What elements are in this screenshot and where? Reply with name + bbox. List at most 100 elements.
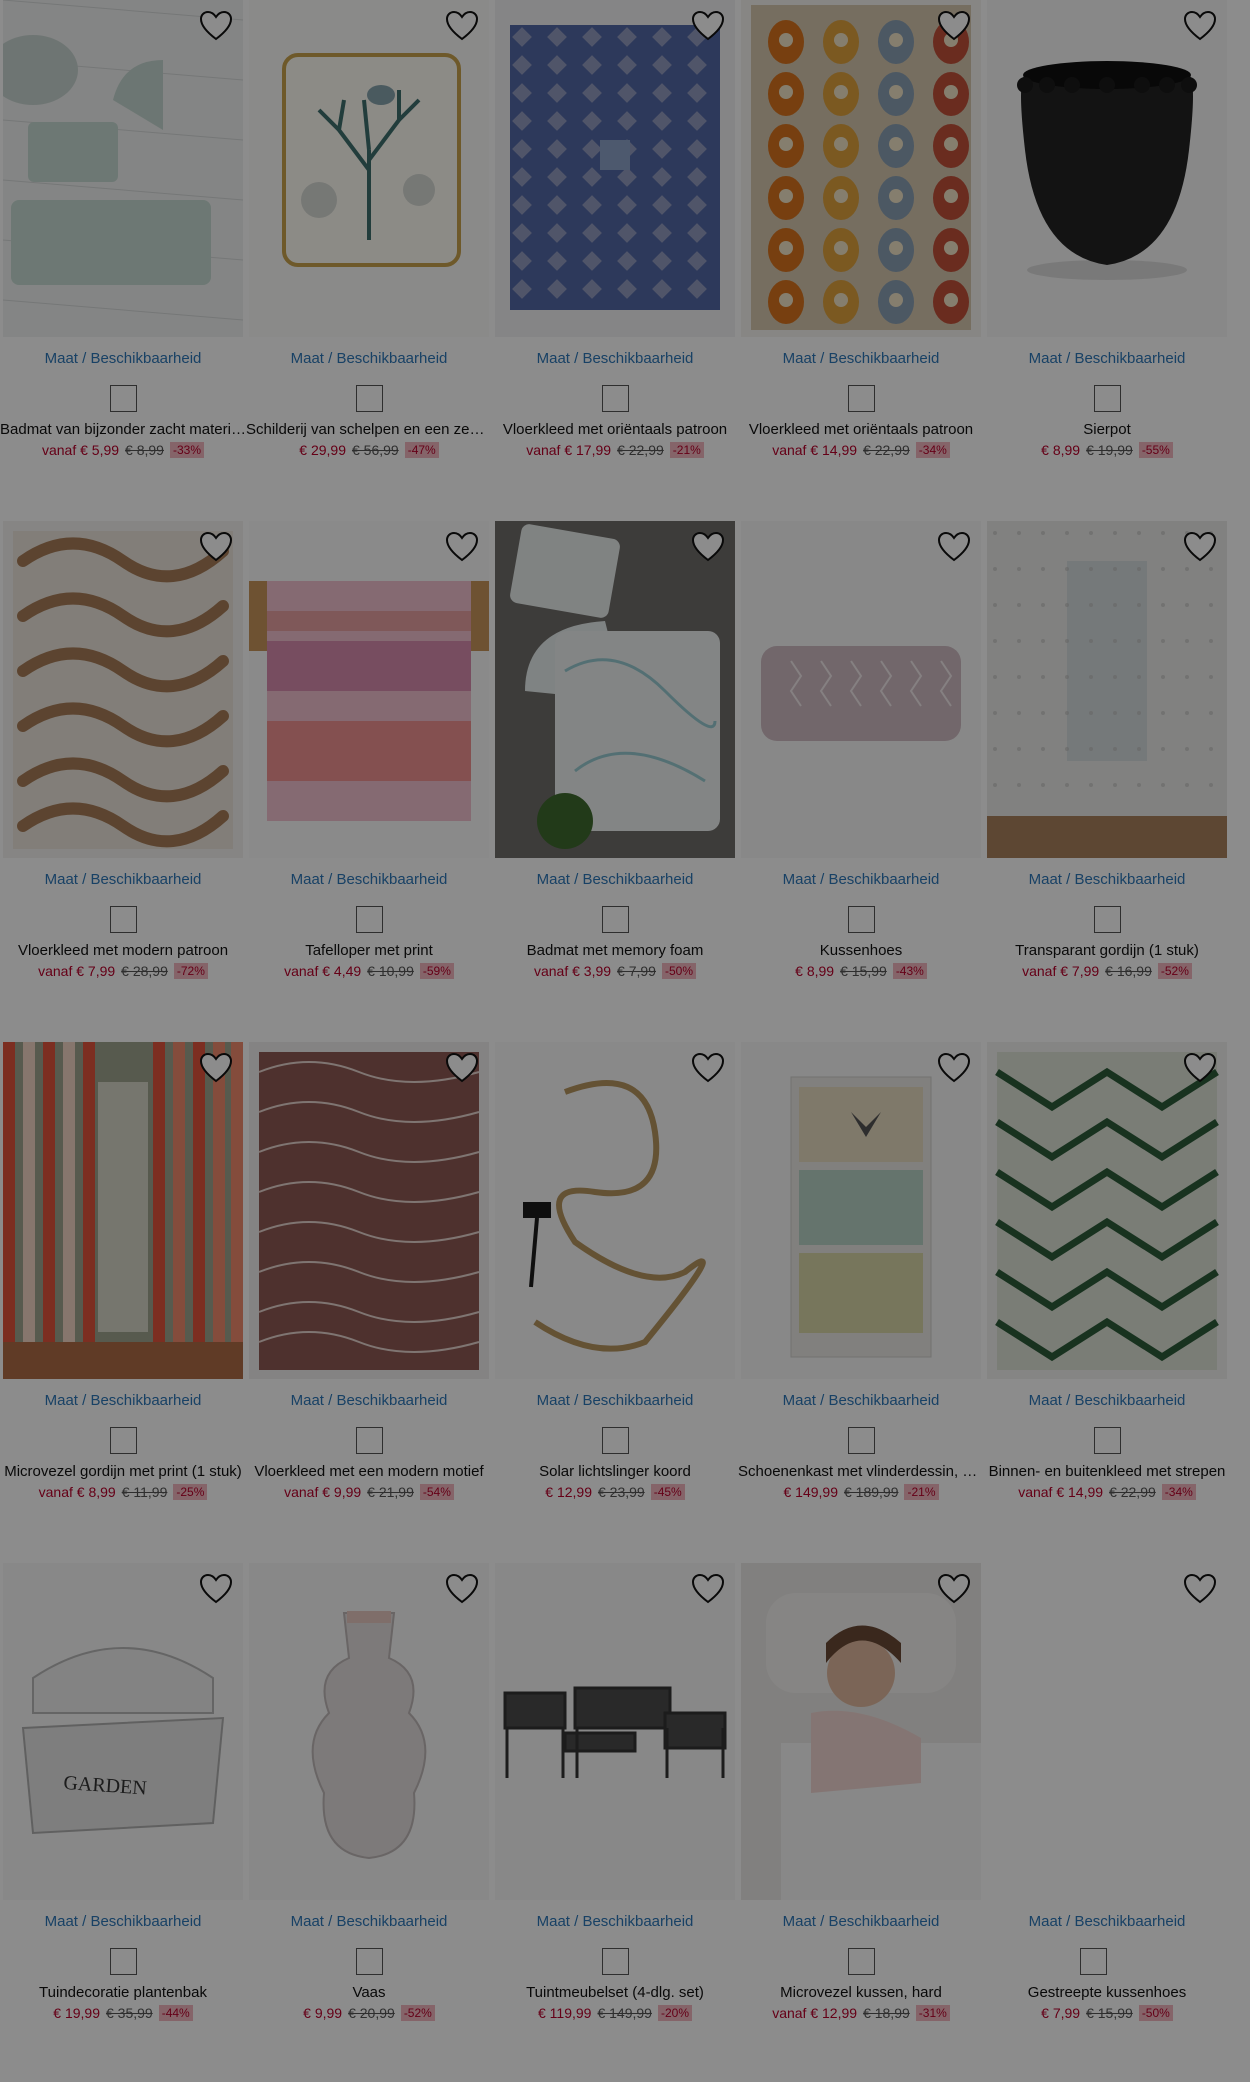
heart-icon[interactable] <box>1183 1052 1217 1084</box>
product-title[interactable]: Vloerkleed met een modern motief <box>246 1463 492 1480</box>
heart-icon[interactable] <box>1183 531 1217 563</box>
size-availability-link[interactable]: Maat / Beschikbaarheid <box>537 1913 694 1930</box>
color-swatch[interactable] <box>847 905 875 933</box>
product-title[interactable]: Tuindecoratie plantenbak <box>0 1984 246 2001</box>
product-title[interactable]: Vloerkleed met modern patroon <box>0 942 246 959</box>
product-image[interactable] <box>741 1042 981 1379</box>
product-image[interactable] <box>495 0 735 337</box>
product-image[interactable] <box>495 1563 735 1900</box>
size-availability-link[interactable]: Maat / Beschikbaarheid <box>783 350 940 367</box>
product-title[interactable]: Solar lichtslinger koord <box>492 1463 738 1480</box>
size-availability-link[interactable]: Maat / Beschikbaarheid <box>45 871 202 888</box>
size-availability-link[interactable]: Maat / Beschikbaarheid <box>537 871 694 888</box>
product-card[interactable]: Maat / Beschikbaarheid Badmat met memory… <box>492 521 738 1042</box>
heart-icon[interactable] <box>199 1052 233 1084</box>
product-title[interactable]: Transparant gordijn (1 stuk) <box>984 942 1230 959</box>
product-title[interactable]: Vloerkleed met oriëntaals patroon <box>492 421 738 438</box>
color-swatch[interactable] <box>355 384 383 412</box>
heart-icon[interactable] <box>691 1573 725 1605</box>
size-availability-link[interactable]: Maat / Beschikbaarheid <box>1029 871 1186 888</box>
size-availability-link[interactable]: Maat / Beschikbaarheid <box>783 1913 940 1930</box>
product-card[interactable]: Maat / Beschikbaarheid Microvezel kussen… <box>738 1563 984 2084</box>
heart-icon[interactable] <box>691 531 725 563</box>
size-availability-link[interactable]: Maat / Beschikbaarheid <box>537 350 694 367</box>
product-title[interactable]: Vloerkleed met oriëntaals patroon <box>738 421 984 438</box>
heart-icon[interactable] <box>199 531 233 563</box>
product-title[interactable]: Badmat van bijzonder zacht materiaal <box>0 421 246 438</box>
heart-icon[interactable] <box>937 1052 971 1084</box>
color-swatch[interactable] <box>601 905 629 933</box>
product-card[interactable]: Maat / Beschikbaarheid Vloerkleed met or… <box>738 0 984 521</box>
heart-icon[interactable] <box>1183 10 1217 42</box>
heart-icon[interactable] <box>1183 1573 1217 1605</box>
product-card[interactable]: GARDEN Maat / Beschikbaarheid Tuindecora… <box>0 1563 246 2084</box>
color-swatch[interactable] <box>355 1426 383 1454</box>
size-availability-link[interactable]: Maat / Beschikbaarheid <box>291 1392 448 1409</box>
product-image[interactable] <box>741 1563 981 1900</box>
color-swatch[interactable] <box>601 1947 629 1975</box>
product-image[interactable] <box>3 0 243 337</box>
heart-icon[interactable] <box>691 1052 725 1084</box>
product-image[interactable] <box>987 521 1227 858</box>
size-availability-link[interactable]: Maat / Beschikbaarheid <box>1029 350 1186 367</box>
product-image[interactable] <box>249 1563 489 1900</box>
product-card[interactable]: Maat / Beschikbaarheid Kussenhoes € 8,99… <box>738 521 984 1042</box>
color-swatch[interactable] <box>1079 1947 1107 1975</box>
size-availability-link[interactable]: Maat / Beschikbaarheid <box>291 350 448 367</box>
color-swatch[interactable] <box>847 384 875 412</box>
color-swatch[interactable] <box>109 1947 137 1975</box>
product-image[interactable] <box>495 521 735 858</box>
heart-icon[interactable] <box>937 10 971 42</box>
product-title[interactable]: Tafelloper met print <box>246 942 492 959</box>
product-title[interactable]: Microvezel gordijn met print (1 stuk) <box>0 1463 246 1480</box>
product-card[interactable]: Maat / Beschikbaarheid Schilderij van sc… <box>246 0 492 521</box>
product-image[interactable] <box>249 1042 489 1379</box>
color-swatch[interactable] <box>847 1947 875 1975</box>
color-swatch[interactable] <box>601 1426 629 1454</box>
product-image[interactable] <box>741 521 981 858</box>
product-title[interactable]: Schoenenkast met vlinderdessin, 3 … <box>738 1463 984 1480</box>
product-card[interactable]: Maat / Beschikbaarheid Transparant gordi… <box>984 521 1230 1042</box>
product-card[interactable]: Maat / Beschikbaarheid Microvezel gordij… <box>0 1042 246 1563</box>
color-swatch[interactable] <box>601 384 629 412</box>
product-card[interactable]: Maat / Beschikbaarheid Vaas € 9,99 € 20,… <box>246 1563 492 2084</box>
product-image[interactable] <box>3 1042 243 1379</box>
size-availability-link[interactable]: Maat / Beschikbaarheid <box>291 871 448 888</box>
heart-icon[interactable] <box>691 10 725 42</box>
product-card[interactable]: Maat / Beschikbaarheid Tuintmeubelset (4… <box>492 1563 738 2084</box>
heart-icon[interactable] <box>445 1052 479 1084</box>
product-image[interactable] <box>249 521 489 858</box>
color-swatch[interactable] <box>1093 384 1121 412</box>
product-title[interactable]: Vaas <box>246 1984 492 2001</box>
product-title[interactable]: Microvezel kussen, hard <box>738 1984 984 2001</box>
size-availability-link[interactable]: Maat / Beschikbaarheid <box>291 1913 448 1930</box>
heart-icon[interactable] <box>445 1573 479 1605</box>
color-swatch[interactable] <box>109 384 137 412</box>
color-swatch[interactable] <box>847 1426 875 1454</box>
product-card[interactable]: Maat / Beschikbaarheid Sierpot € 8,99 € … <box>984 0 1230 521</box>
product-title[interactable]: Schilderij van schelpen en een zees… <box>246 421 492 438</box>
product-title[interactable]: Sierpot <box>984 421 1230 438</box>
product-card[interactable]: Maat / Beschikbaarheid Vloerkleed met or… <box>492 0 738 521</box>
product-card[interactable]: Maat / Beschikbaarheid Vloerkleed met mo… <box>0 521 246 1042</box>
product-image[interactable] <box>741 0 981 337</box>
heart-icon[interactable] <box>445 10 479 42</box>
product-card[interactable]: Maat / Beschikbaarheid Gestreepte kussen… <box>984 1563 1230 2084</box>
size-availability-link[interactable]: Maat / Beschikbaarheid <box>45 1392 202 1409</box>
product-card[interactable]: Maat / Beschikbaarheid Badmat van bijzon… <box>0 0 246 521</box>
product-card[interactable]: Maat / Beschikbaarheid Solar lichtslinge… <box>492 1042 738 1563</box>
product-image[interactable] <box>3 521 243 858</box>
size-availability-link[interactable]: Maat / Beschikbaarheid <box>537 1392 694 1409</box>
product-card[interactable]: Maat / Beschikbaarheid Schoenenkast met … <box>738 1042 984 1563</box>
size-availability-link[interactable]: Maat / Beschikbaarheid <box>45 1913 202 1930</box>
product-image[interactable] <box>249 0 489 337</box>
color-swatch[interactable] <box>355 905 383 933</box>
color-swatch[interactable] <box>1093 1426 1121 1454</box>
heart-icon[interactable] <box>199 1573 233 1605</box>
product-card[interactable]: Maat / Beschikbaarheid Binnen- en buiten… <box>984 1042 1230 1563</box>
size-availability-link[interactable]: Maat / Beschikbaarheid <box>783 871 940 888</box>
heart-icon[interactable] <box>199 10 233 42</box>
heart-icon[interactable] <box>937 1573 971 1605</box>
color-swatch[interactable] <box>355 1947 383 1975</box>
heart-icon[interactable] <box>445 531 479 563</box>
